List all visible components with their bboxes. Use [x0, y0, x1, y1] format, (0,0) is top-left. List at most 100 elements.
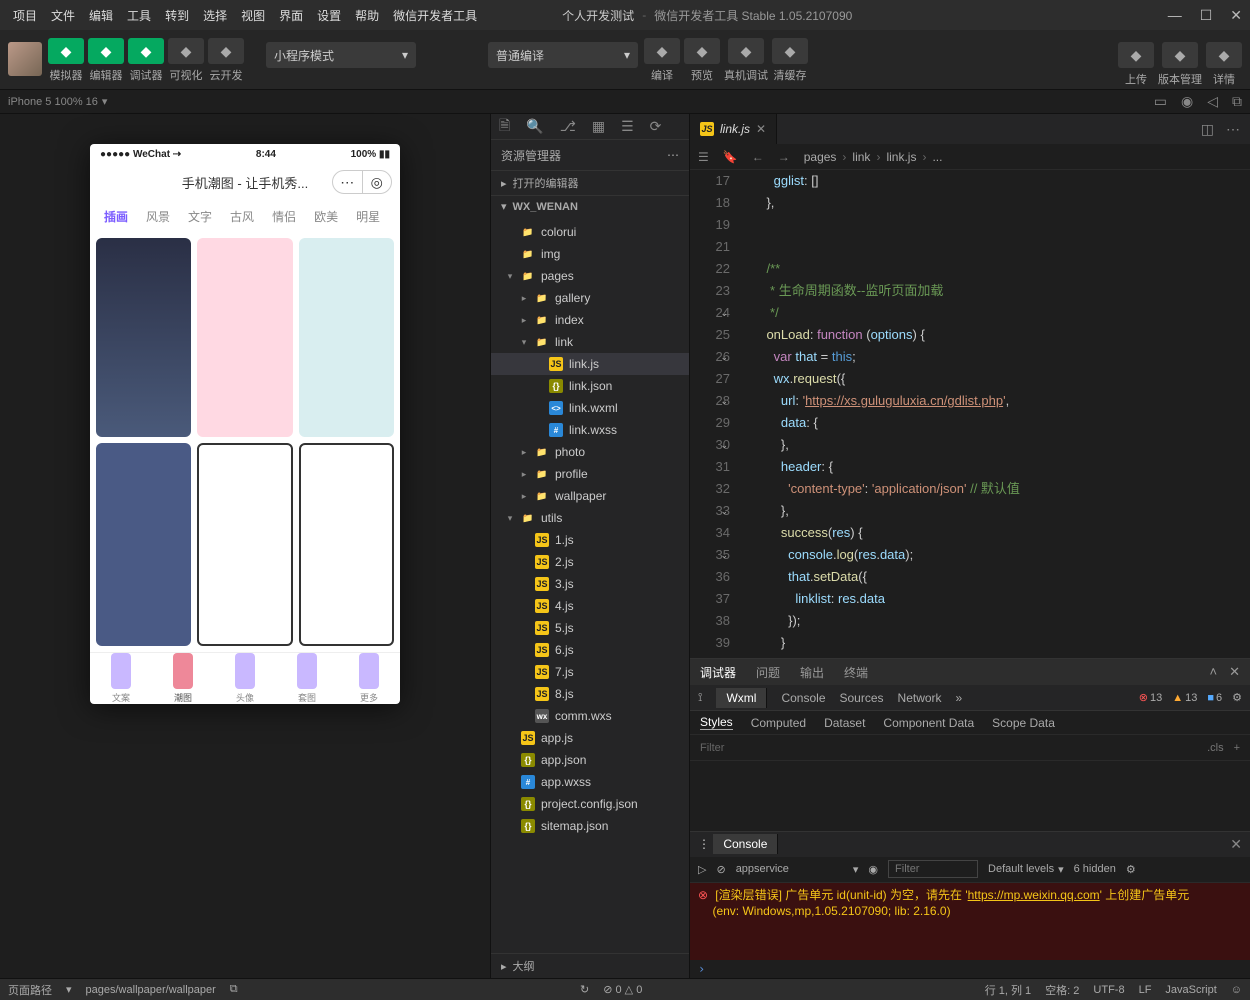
category-tab[interactable]: 古风 — [230, 208, 254, 225]
bookmark-icon[interactable]: 🔖 — [723, 150, 738, 164]
split-icon[interactable]: ◫ — [1201, 121, 1214, 138]
close-tab-icon[interactable]: ✕ — [756, 122, 766, 136]
copy-icon[interactable]: ⧉ — [230, 983, 238, 996]
tree-item[interactable]: #app.wxss — [491, 771, 689, 793]
wallpaper-card[interactable] — [299, 238, 394, 437]
console-filter-input[interactable] — [888, 860, 978, 878]
toolbar-button[interactable]: ◆ — [1118, 42, 1154, 68]
breadcrumb[interactable]: pages›link›link.js›... — [804, 150, 943, 164]
tree-item[interactable]: ▸📁wallpaper — [491, 485, 689, 507]
tree-item[interactable]: 📁colorui — [491, 221, 689, 243]
wallpaper-card[interactable] — [197, 443, 292, 646]
wallpaper-card[interactable] — [96, 238, 191, 437]
encoding[interactable]: UTF-8 — [1093, 984, 1124, 996]
tree-item[interactable]: JS2.js — [491, 551, 689, 573]
context-select[interactable]: appservice▾ — [736, 863, 859, 876]
nav-back-icon[interactable]: ← — [752, 150, 764, 164]
minimize-icon[interactable]: — — [1168, 7, 1182, 24]
tree-item[interactable]: ▸📁photo — [491, 441, 689, 463]
search-icon[interactable]: 🔍 — [526, 118, 543, 135]
error-badge[interactable]: ⊗13 — [1139, 691, 1162, 704]
gear-icon[interactable]: ⚙ — [1126, 863, 1136, 876]
eye-icon[interactable]: ◉ — [868, 863, 878, 876]
styles-subtab[interactable]: Dataset — [824, 716, 865, 730]
menu-item[interactable]: 工具 — [122, 5, 156, 26]
tree-item[interactable]: {}app.json — [491, 749, 689, 771]
tree-item[interactable]: ▸📁profile — [491, 463, 689, 485]
toolbar-button[interactable]: ◆ — [1206, 42, 1242, 68]
outline-section[interactable]: ▸大纲 — [491, 953, 689, 978]
toolbar-button[interactable]: ◆ — [684, 38, 720, 64]
debugger-tab[interactable]: 终端 — [844, 664, 868, 681]
menu-item[interactable]: 编辑 — [84, 5, 118, 26]
tree-item[interactable]: {}link.json — [491, 375, 689, 397]
maximize-icon[interactable]: ☐ — [1200, 7, 1213, 24]
tree-item[interactable]: #link.wxss — [491, 419, 689, 441]
nav-item[interactable]: 头像 — [214, 653, 276, 704]
nav-fwd-icon[interactable]: → — [778, 150, 790, 164]
toolbar-button[interactable]: ◆ — [728, 38, 764, 64]
list-icon[interactable]: ☰ — [698, 150, 709, 164]
console-prompt[interactable]: › — [690, 960, 1250, 978]
debugger-tab[interactable]: 问题 — [756, 664, 780, 681]
open-editors-section[interactable]: ▸打开的编辑器 — [491, 170, 689, 195]
tree-item[interactable]: wxcomm.wxs — [491, 705, 689, 727]
feedback-icon[interactable]: ☺ — [1231, 984, 1242, 996]
styles-subtab[interactable]: Computed — [751, 716, 806, 730]
device-info[interactable]: iPhone 5 100% 16 — [8, 96, 98, 108]
page-path-value[interactable]: pages/wallpaper/wallpaper — [86, 984, 216, 996]
menu-item[interactable]: 微信开发者工具 — [388, 5, 482, 26]
wallpaper-card[interactable] — [96, 443, 191, 646]
tree-item[interactable]: ▸📁gallery — [491, 287, 689, 309]
devtool-more-icon[interactable]: » — [956, 691, 963, 705]
phone-icon[interactable]: ▭ — [1154, 93, 1167, 110]
tree-item[interactable]: JS4.js — [491, 595, 689, 617]
debugger-tab[interactable]: 输出 — [800, 664, 824, 681]
close-icon[interactable]: ✕ — [1229, 664, 1240, 680]
nav-item[interactable]: 套图 — [276, 653, 338, 704]
home-icon[interactable]: ⧉ — [1232, 93, 1242, 110]
cls-toggle[interactable]: .cls — [1207, 742, 1224, 754]
debugger-tab[interactable]: 调试器 — [700, 664, 736, 681]
category-tab[interactable]: 插画 — [104, 208, 128, 225]
diagnostics[interactable]: ⊘ 0 △ 0 — [603, 983, 642, 996]
record-icon[interactable]: ◉ — [1181, 93, 1193, 110]
branch-icon[interactable]: ⎇ — [560, 118, 576, 135]
close-icon[interactable]: ✕ — [1230, 7, 1242, 24]
toolbar-button[interactable]: ◆ — [48, 38, 84, 64]
console-tab[interactable]: Console — [713, 834, 778, 854]
nav-item[interactable]: 文案 — [90, 653, 152, 704]
tree-item[interactable]: ▾📁pages — [491, 265, 689, 287]
more-icon[interactable]: ⋯ — [667, 148, 679, 162]
devtool-tab-wxml[interactable]: Wxml — [716, 688, 767, 708]
eol[interactable]: LF — [1139, 984, 1152, 996]
styles-subtab[interactable]: Scope Data — [992, 716, 1055, 730]
clear-console-icon[interactable]: ▷ — [698, 863, 706, 876]
menu-item[interactable]: 视图 — [236, 5, 270, 26]
more-icon[interactable]: ⋯ — [1226, 121, 1240, 138]
drawer-menu-icon[interactable]: ⋮ — [698, 837, 710, 851]
levels-select[interactable]: Default levels▾ — [988, 863, 1064, 876]
tree-item[interactable]: 📁img — [491, 243, 689, 265]
capsule-button[interactable]: ⋯◎ — [332, 170, 392, 194]
code-editor[interactable]: 17181921222324⌄2526⌄2728⌄2930⌄313233⌄343… — [690, 170, 1250, 658]
hidden-count[interactable]: 6 hidden — [1074, 863, 1116, 875]
toolbar-button[interactable]: ◆ — [128, 38, 164, 64]
toolbar-button[interactable]: ◆ — [168, 38, 204, 64]
tree-item[interactable]: JS3.js — [491, 573, 689, 595]
wallpaper-card[interactable] — [299, 443, 394, 646]
menu-item[interactable]: 选择 — [198, 5, 232, 26]
tree-item[interactable]: ▸📁index — [491, 309, 689, 331]
editor-tab[interactable]: JS link.js ✕ — [690, 114, 777, 144]
menu-item[interactable]: 设置 — [312, 5, 346, 26]
menu-item[interactable]: 转到 — [160, 5, 194, 26]
indent-info[interactable]: 空格: 2 — [1045, 982, 1079, 998]
toolbar-button[interactable]: ◆ — [772, 38, 808, 64]
styles-subtab[interactable]: Component Data — [883, 716, 974, 730]
tree-item[interactable]: <>link.wxml — [491, 397, 689, 419]
tree-item[interactable]: JSlink.js — [491, 353, 689, 375]
avatar[interactable] — [8, 42, 42, 76]
info-badge[interactable]: ■6 — [1207, 692, 1222, 704]
styles-subtab[interactable]: Styles — [700, 715, 733, 730]
tree-item[interactable]: JS6.js — [491, 639, 689, 661]
